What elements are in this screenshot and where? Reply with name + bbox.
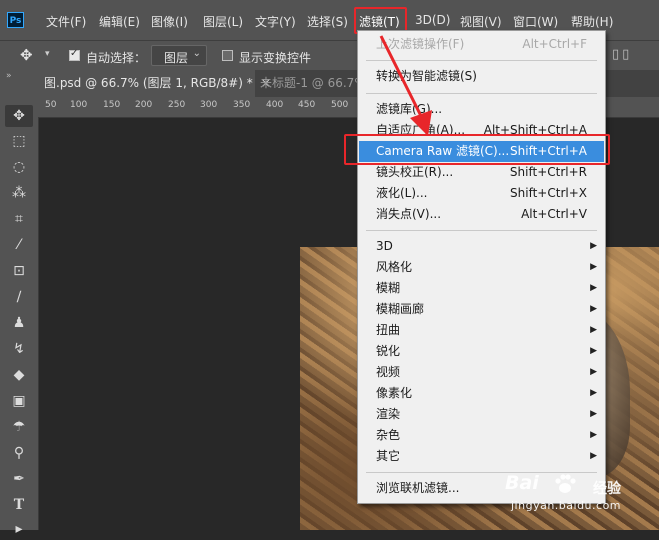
- ruler-tick: 400: [266, 100, 284, 110]
- photoshop-logo: Ps: [7, 12, 24, 28]
- submenu-arrow-icon: ▶: [590, 283, 597, 293]
- ruler-tick: 350: [233, 100, 251, 110]
- menu-edit[interactable]: 编辑(E): [99, 13, 140, 30]
- menu-item-3d[interactable]: 3D ▶: [359, 236, 604, 257]
- menu-layer[interactable]: 图层(L): [203, 13, 243, 30]
- submenu-arrow-icon: ▶: [590, 388, 597, 398]
- menu-type[interactable]: 文字(Y): [255, 13, 296, 30]
- chevron-down-icon[interactable]: ▾: [45, 49, 50, 59]
- menu-item-blur-gallery[interactable]: 模糊画廊 ▶: [359, 299, 604, 320]
- ruler-tick: 300: [200, 100, 218, 110]
- menu-item-lens-correction[interactable]: 镜头校正(R)... Shift+Ctrl+R: [359, 162, 604, 183]
- brush-tool-icon[interactable]: ∕: [5, 286, 33, 308]
- toolbar-collapse[interactable]: »: [0, 70, 38, 82]
- path-select-tool-icon[interactable]: ▸: [5, 518, 33, 540]
- ruler-tick: 150: [103, 100, 121, 110]
- ruler-tick: 100: [70, 100, 88, 110]
- crop-tool-icon[interactable]: ⌗: [5, 208, 33, 230]
- menu-item-convert-smart-filter[interactable]: 转换为智能滤镜(S): [359, 66, 604, 87]
- annotation-box-camera-raw: [344, 134, 610, 165]
- baidu-watermark: Bai 经验 jingyan.baidu.com: [505, 468, 655, 528]
- watermark-url: jingyan.baidu.com: [511, 499, 622, 512]
- pen-tool-icon[interactable]: ✒: [5, 468, 33, 490]
- menu-separator: [366, 60, 597, 61]
- watermark-jingyan: 经验: [593, 481, 621, 497]
- tab-document-1[interactable]: 图.psd @ 66.7% (图层 1, RGB/8#) * ×: [38, 70, 271, 97]
- spot-heal-tool-icon[interactable]: ⊡: [5, 260, 33, 282]
- auto-select-target-value: 图层: [164, 51, 189, 65]
- menu-image[interactable]: 图像(I): [151, 13, 188, 30]
- chevron-down-icon: ⌄: [192, 48, 201, 59]
- clone-stamp-tool-icon[interactable]: ♟: [5, 312, 33, 334]
- menu-separator: [366, 93, 597, 94]
- magic-wand-tool-icon[interactable]: ⁂: [5, 182, 33, 204]
- menu-item-distort[interactable]: 扭曲 ▶: [359, 320, 604, 341]
- history-brush-tool-icon[interactable]: ↯: [5, 338, 33, 360]
- submenu-arrow-icon: ▶: [590, 430, 597, 440]
- lasso-tool-icon[interactable]: ◌: [5, 156, 33, 178]
- ruler-tick: 200: [135, 100, 153, 110]
- baidu-paw-icon: [555, 474, 576, 493]
- filter-menu-dropdown: 上次滤镜操作(F) Alt+Ctrl+F 转换为智能滤镜(S) 滤镜库(G)...…: [357, 30, 606, 504]
- menu-file[interactable]: 文件(F): [46, 13, 86, 30]
- align-icons[interactable]: ▯▯: [612, 47, 632, 62]
- auto-select-target-dropdown[interactable]: 图层 ⌄: [151, 45, 207, 66]
- auto-select-label: 自动选择：: [86, 51, 147, 65]
- menu-item-other[interactable]: 其它 ▶: [359, 446, 604, 467]
- menu-item-render[interactable]: 渲染 ▶: [359, 404, 604, 425]
- ruler-tick: 250: [168, 100, 186, 110]
- menu-select[interactable]: 选择(S): [307, 13, 348, 30]
- show-transform-label: 显示变换控件: [239, 51, 312, 65]
- menu-item-stylize[interactable]: 风格化 ▶: [359, 257, 604, 278]
- tools-panel: » ✥ ⬚ ◌ ⁂ ⌗ ⁄ ⊡ ∕ ♟ ↯ ◆ ▣ ☂ ⚲ ✒ T ▸: [0, 70, 39, 537]
- blur-tool-icon[interactable]: ☂: [5, 416, 33, 438]
- submenu-arrow-icon: ▶: [590, 409, 597, 419]
- submenu-arrow-icon: ▶: [590, 451, 597, 461]
- menu-window[interactable]: 窗口(W): [513, 13, 558, 30]
- type-tool-icon[interactable]: T: [5, 494, 33, 516]
- marquee-tool-icon[interactable]: ⬚: [5, 130, 33, 152]
- menu-item-vanishing-point[interactable]: 消失点(V)... Alt+Ctrl+V: [359, 204, 604, 225]
- menu-item-noise[interactable]: 杂色 ▶: [359, 425, 604, 446]
- menu-item-pixelate[interactable]: 像素化 ▶: [359, 383, 604, 404]
- submenu-arrow-icon: ▶: [590, 346, 597, 356]
- gradient-tool-icon[interactable]: ▣: [5, 390, 33, 412]
- show-transform-checkbox[interactable]: [222, 50, 233, 61]
- submenu-arrow-icon: ▶: [590, 241, 597, 251]
- menu-help[interactable]: 帮助(H): [571, 13, 613, 30]
- menu-item-blur[interactable]: 模糊 ▶: [359, 278, 604, 299]
- watermark-brand: Bai: [505, 472, 539, 494]
- menu-item-sharpen[interactable]: 锐化 ▶: [359, 341, 604, 362]
- ruler-tick: 500: [331, 100, 349, 110]
- ruler-tick: 450: [298, 100, 316, 110]
- submenu-arrow-icon: ▶: [590, 262, 597, 272]
- dodge-tool-icon[interactable]: ⚲: [5, 442, 33, 464]
- menu-3d[interactable]: 3D(D): [415, 13, 450, 27]
- menu-item-video[interactable]: 视频 ▶: [359, 362, 604, 383]
- submenu-arrow-icon: ▶: [590, 325, 597, 335]
- menu-item-filter-gallery[interactable]: 滤镜库(G)...: [359, 99, 604, 120]
- menu-separator: [366, 230, 597, 231]
- eyedropper-tool-icon[interactable]: ⁄: [5, 234, 33, 256]
- move-icon[interactable]: ✥: [20, 46, 33, 64]
- tab-document-1-label: 图.psd @ 66.7% (图层 1, RGB/8#) *: [44, 76, 253, 90]
- menu-item-liquify[interactable]: 液化(L)... Shift+Ctrl+X: [359, 183, 604, 204]
- submenu-arrow-icon: ▶: [590, 304, 597, 314]
- auto-select-checkbox[interactable]: [69, 48, 80, 61]
- eraser-tool-icon[interactable]: ◆: [5, 364, 33, 386]
- menu-view[interactable]: 视图(V): [460, 13, 502, 30]
- submenu-arrow-icon: ▶: [590, 367, 597, 377]
- menu-item-last-filter[interactable]: 上次滤镜操作(F) Alt+Ctrl+F: [359, 34, 604, 55]
- move-tool-icon[interactable]: ✥: [5, 105, 33, 127]
- ruler-tick: 50: [45, 100, 57, 110]
